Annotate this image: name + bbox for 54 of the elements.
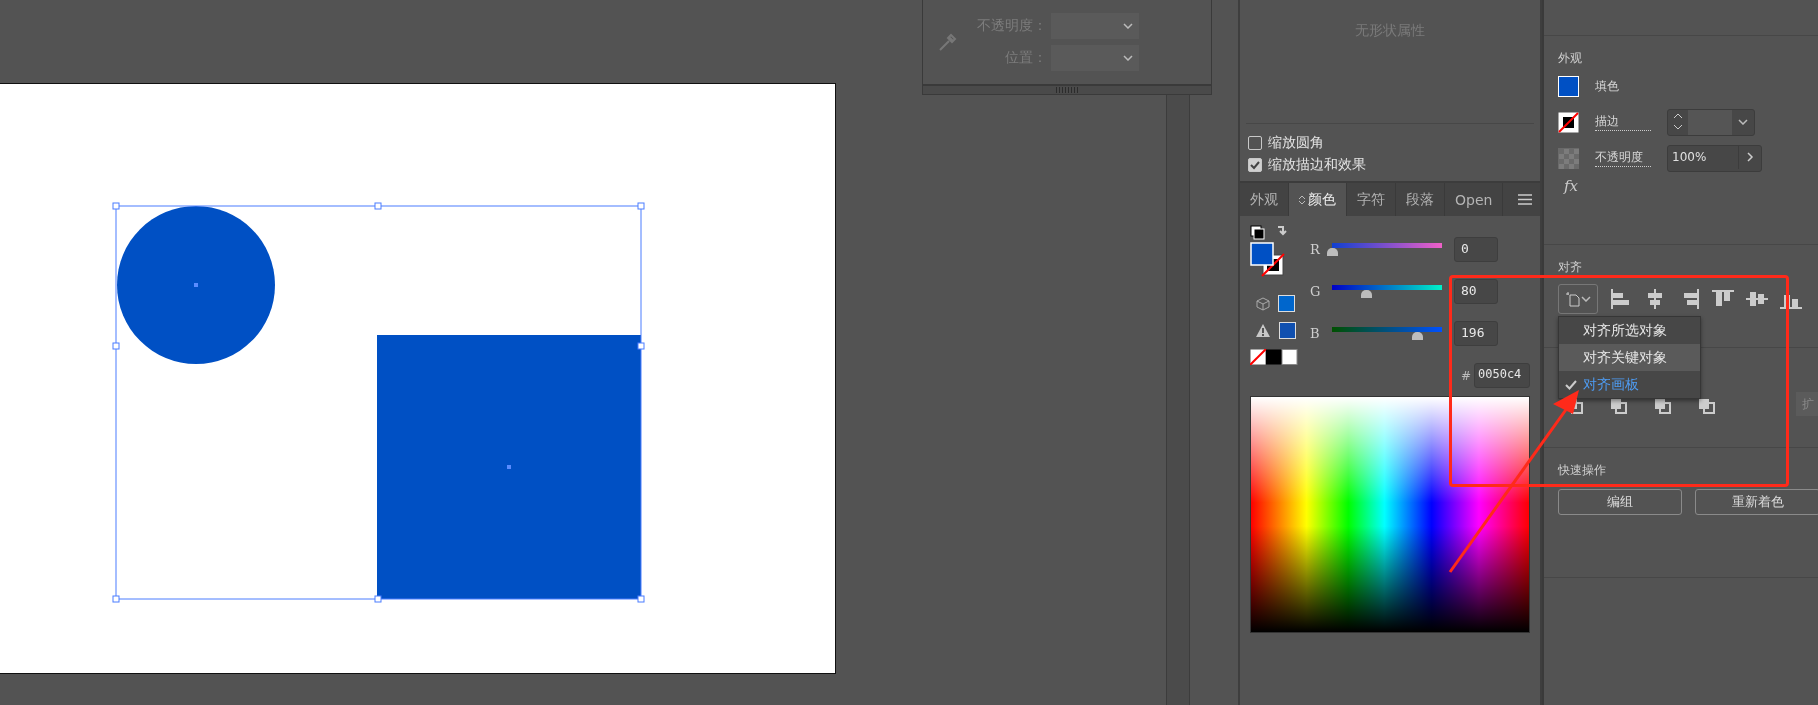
hex-label: # (1460, 368, 1471, 383)
caret-icon (1738, 119, 1748, 125)
channel-label: R (1310, 242, 1320, 257)
menu-item[interactable]: 对齐所选对象 (1559, 317, 1700, 344)
value-field[interactable]: 0 (1454, 237, 1498, 262)
caret-icon (1123, 23, 1133, 29)
menu-item[interactable]: 对齐关键对象 (1559, 344, 1700, 371)
value-field[interactable]: 80 (1454, 279, 1498, 304)
resize-grip[interactable] (922, 85, 1212, 95)
swatch-strip[interactable] (1250, 349, 1298, 365)
color-spectrum[interactable] (1250, 396, 1530, 633)
stroke-weight-field[interactable] (1667, 108, 1755, 136)
property-label: 不透明度 (1595, 149, 1651, 167)
checkbox-label: 缩放圆角 (1268, 134, 1324, 152)
distribute-icon[interactable] (1698, 398, 1716, 414)
eyedropper-icon (937, 31, 959, 53)
section-title: 快速操作 (1558, 462, 1607, 479)
channel-label: G (1310, 284, 1320, 299)
caret-icon (1581, 296, 1591, 302)
color-swatch[interactable] (1278, 295, 1295, 312)
action-button[interactable]: 重新着色 (1695, 489, 1818, 515)
slider-thumb[interactable] (1361, 289, 1373, 298)
checkbox[interactable] (1248, 158, 1262, 172)
updown-icon (1299, 194, 1305, 205)
distribute-icon[interactable] (1610, 398, 1628, 414)
checkbox[interactable] (1248, 136, 1262, 150)
caret-icon (1123, 55, 1133, 61)
fill-swatch[interactable] (1558, 75, 1579, 97)
channel-label: B (1310, 326, 1320, 341)
artboard-icon (1565, 291, 1581, 307)
warning-icon (1255, 323, 1271, 338)
property-label: 描边 (1595, 113, 1651, 131)
action-button[interactable]: 编组 (1558, 489, 1682, 515)
cube-icon (1256, 296, 1270, 311)
panel-tab[interactable]: 颜色 (1289, 183, 1347, 216)
effects-button[interactable]: fx (1558, 177, 1818, 195)
section-title: 对齐 (1558, 259, 1583, 276)
menu-item[interactable]: 对齐画板 (1559, 371, 1700, 398)
slider-thumb[interactable] (1327, 247, 1338, 256)
distribute-icon[interactable] (1654, 398, 1672, 414)
menu-icon[interactable] (1518, 194, 1532, 205)
section-title: 外观 (1558, 50, 1583, 67)
hex-field[interactable]: 0050c4 (1474, 363, 1530, 388)
color-swatch[interactable] (1279, 322, 1296, 339)
slider-thumb[interactable] (1411, 331, 1423, 340)
property-label: 填色 (1595, 77, 1620, 95)
align-icon[interactable] (1746, 289, 1768, 309)
grip-icon (1056, 87, 1078, 93)
align-icon[interactable] (1610, 289, 1632, 309)
stroke-swatch[interactable] (1558, 111, 1579, 133)
checkbox-label: 缩放描边和效果 (1268, 156, 1366, 174)
checkmark-icon (1565, 379, 1577, 390)
value-field[interactable]: 196 (1454, 321, 1498, 346)
align-icon[interactable] (1712, 289, 1734, 309)
